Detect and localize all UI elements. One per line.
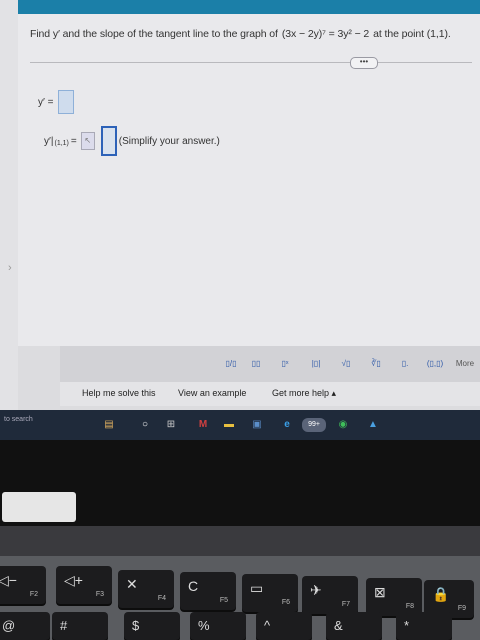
key-ampersand[interactable]: & (326, 612, 382, 640)
refresh-icon: C (188, 578, 199, 594)
laptop-hinge (0, 526, 480, 556)
lock-icon: 🔒 (432, 586, 450, 602)
yprime-row: y′ = (38, 90, 74, 114)
store-icon[interactable]: ▣ (250, 418, 264, 432)
screen: › Find y′ and the slope of the tangent l… (0, 0, 480, 430)
exponent-tool-button[interactable]: ▯ˣ (278, 356, 292, 370)
yprime-answer-input[interactable] (57, 90, 74, 114)
key-f6[interactable]: ▭ F6 (242, 574, 298, 612)
key-at[interactable]: @ (0, 612, 50, 640)
chevron-right-icon[interactable]: › (8, 262, 12, 274)
mail-icon[interactable]: M (196, 418, 210, 432)
file-explorer-icon[interactable]: ▬ (222, 418, 236, 432)
notifications-badge[interactable]: 99+ (302, 418, 326, 432)
slope-point: (1,1) (54, 139, 69, 147)
fraction-tool-button[interactable]: ▯/▯ (224, 356, 238, 370)
question-suffix: at the point (1,1). (373, 28, 451, 40)
key-f3[interactable]: ◁+ F3 (56, 566, 112, 604)
simplify-hint: (Simplify your answer.) (118, 135, 220, 147)
bezel-sticker (2, 492, 76, 522)
volume-down-icon: ◁− (0, 572, 17, 588)
decimal-tool-button[interactable]: ▯. (398, 356, 412, 370)
question-divider (30, 62, 472, 63)
math-toolbar: ▯/▯ ▯▯ ▯ˣ |▯| √▯ ∛▯ ▯. (▯,▯) More (60, 346, 480, 382)
expand-more-button[interactable]: ••• (350, 57, 378, 69)
volume-up-icon: ◁+ (64, 572, 83, 588)
help-row: Help me solve this View an example Get m… (60, 382, 480, 406)
key-dollar[interactable]: $ (124, 612, 180, 640)
question-panel (18, 14, 480, 346)
key-f8[interactable]: ⊠ F8 (366, 578, 422, 616)
get-more-help-button[interactable]: Get more help ▴ (272, 388, 336, 399)
sqrt-tool-button[interactable]: √▯ (338, 356, 354, 370)
display-icon: ▭ (250, 580, 264, 596)
mic-mute-icon: ✕ (126, 576, 138, 592)
edge-browser-icon[interactable]: e (280, 418, 294, 432)
yprime-label: y′ = (38, 96, 54, 108)
question-text: Find y′ and the slope of the tangent lin… (30, 28, 451, 40)
key-hash[interactable]: # (52, 612, 108, 640)
left-collapsed-sidebar[interactable]: › (0, 0, 18, 412)
camera-off-icon: ⊠ (374, 584, 386, 600)
slope-row: y′| (1,1) = ↖ (Simplify your answer.) (44, 126, 220, 156)
key-asterisk[interactable]: * (396, 612, 452, 640)
view-example-button[interactable]: View an example (178, 388, 246, 398)
taskbar-search-input[interactable]: to search (4, 416, 33, 423)
question-prefix: Find y′ and the slope of the tangent lin… (30, 28, 278, 40)
windows-taskbar: to search ▤ ○ ⊞ M ▬ ▣ e 99+ ◉ ▲ (0, 410, 480, 440)
top-accent-bar (18, 0, 480, 14)
key-percent[interactable]: % (190, 612, 246, 640)
key-f2[interactable]: ◁− F2 (0, 566, 46, 604)
cursor-icon: ↖ (80, 132, 95, 150)
key-f5[interactable]: C F5 (180, 572, 236, 610)
cube-root-tool-button[interactable]: ∛▯ (368, 356, 384, 370)
task-view-icon[interactable]: ⊞ (164, 418, 178, 432)
absolute-value-tool-button[interactable]: |▯| (308, 356, 324, 370)
ordered-pair-tool-button[interactable]: (▯,▯) (424, 356, 446, 370)
photos-icon[interactable]: ▲ (366, 418, 380, 432)
slope-equals: = (70, 135, 77, 147)
help-me-solve-button[interactable]: Help me solve this (82, 388, 156, 398)
key-f7[interactable]: ✈ F7 (302, 576, 358, 614)
key-f4[interactable]: ✕ F4 (118, 570, 174, 608)
more-tools-button[interactable]: More (452, 356, 478, 370)
question-equation: (3x − 2y)⁷ = 3y² − 2 (281, 28, 370, 40)
search-circle-icon[interactable]: ○ (138, 418, 152, 432)
widgets-icon[interactable]: ▤ (94, 418, 124, 432)
slope-label: y′| (44, 135, 54, 147)
mixed-number-tool-button[interactable]: ▯▯ (248, 356, 264, 370)
slope-answer-input[interactable] (100, 126, 117, 156)
key-caret[interactable]: ^ (256, 612, 312, 640)
chrome-icon[interactable]: ◉ (336, 418, 350, 432)
airplane-mode-icon: ✈ (310, 582, 322, 598)
